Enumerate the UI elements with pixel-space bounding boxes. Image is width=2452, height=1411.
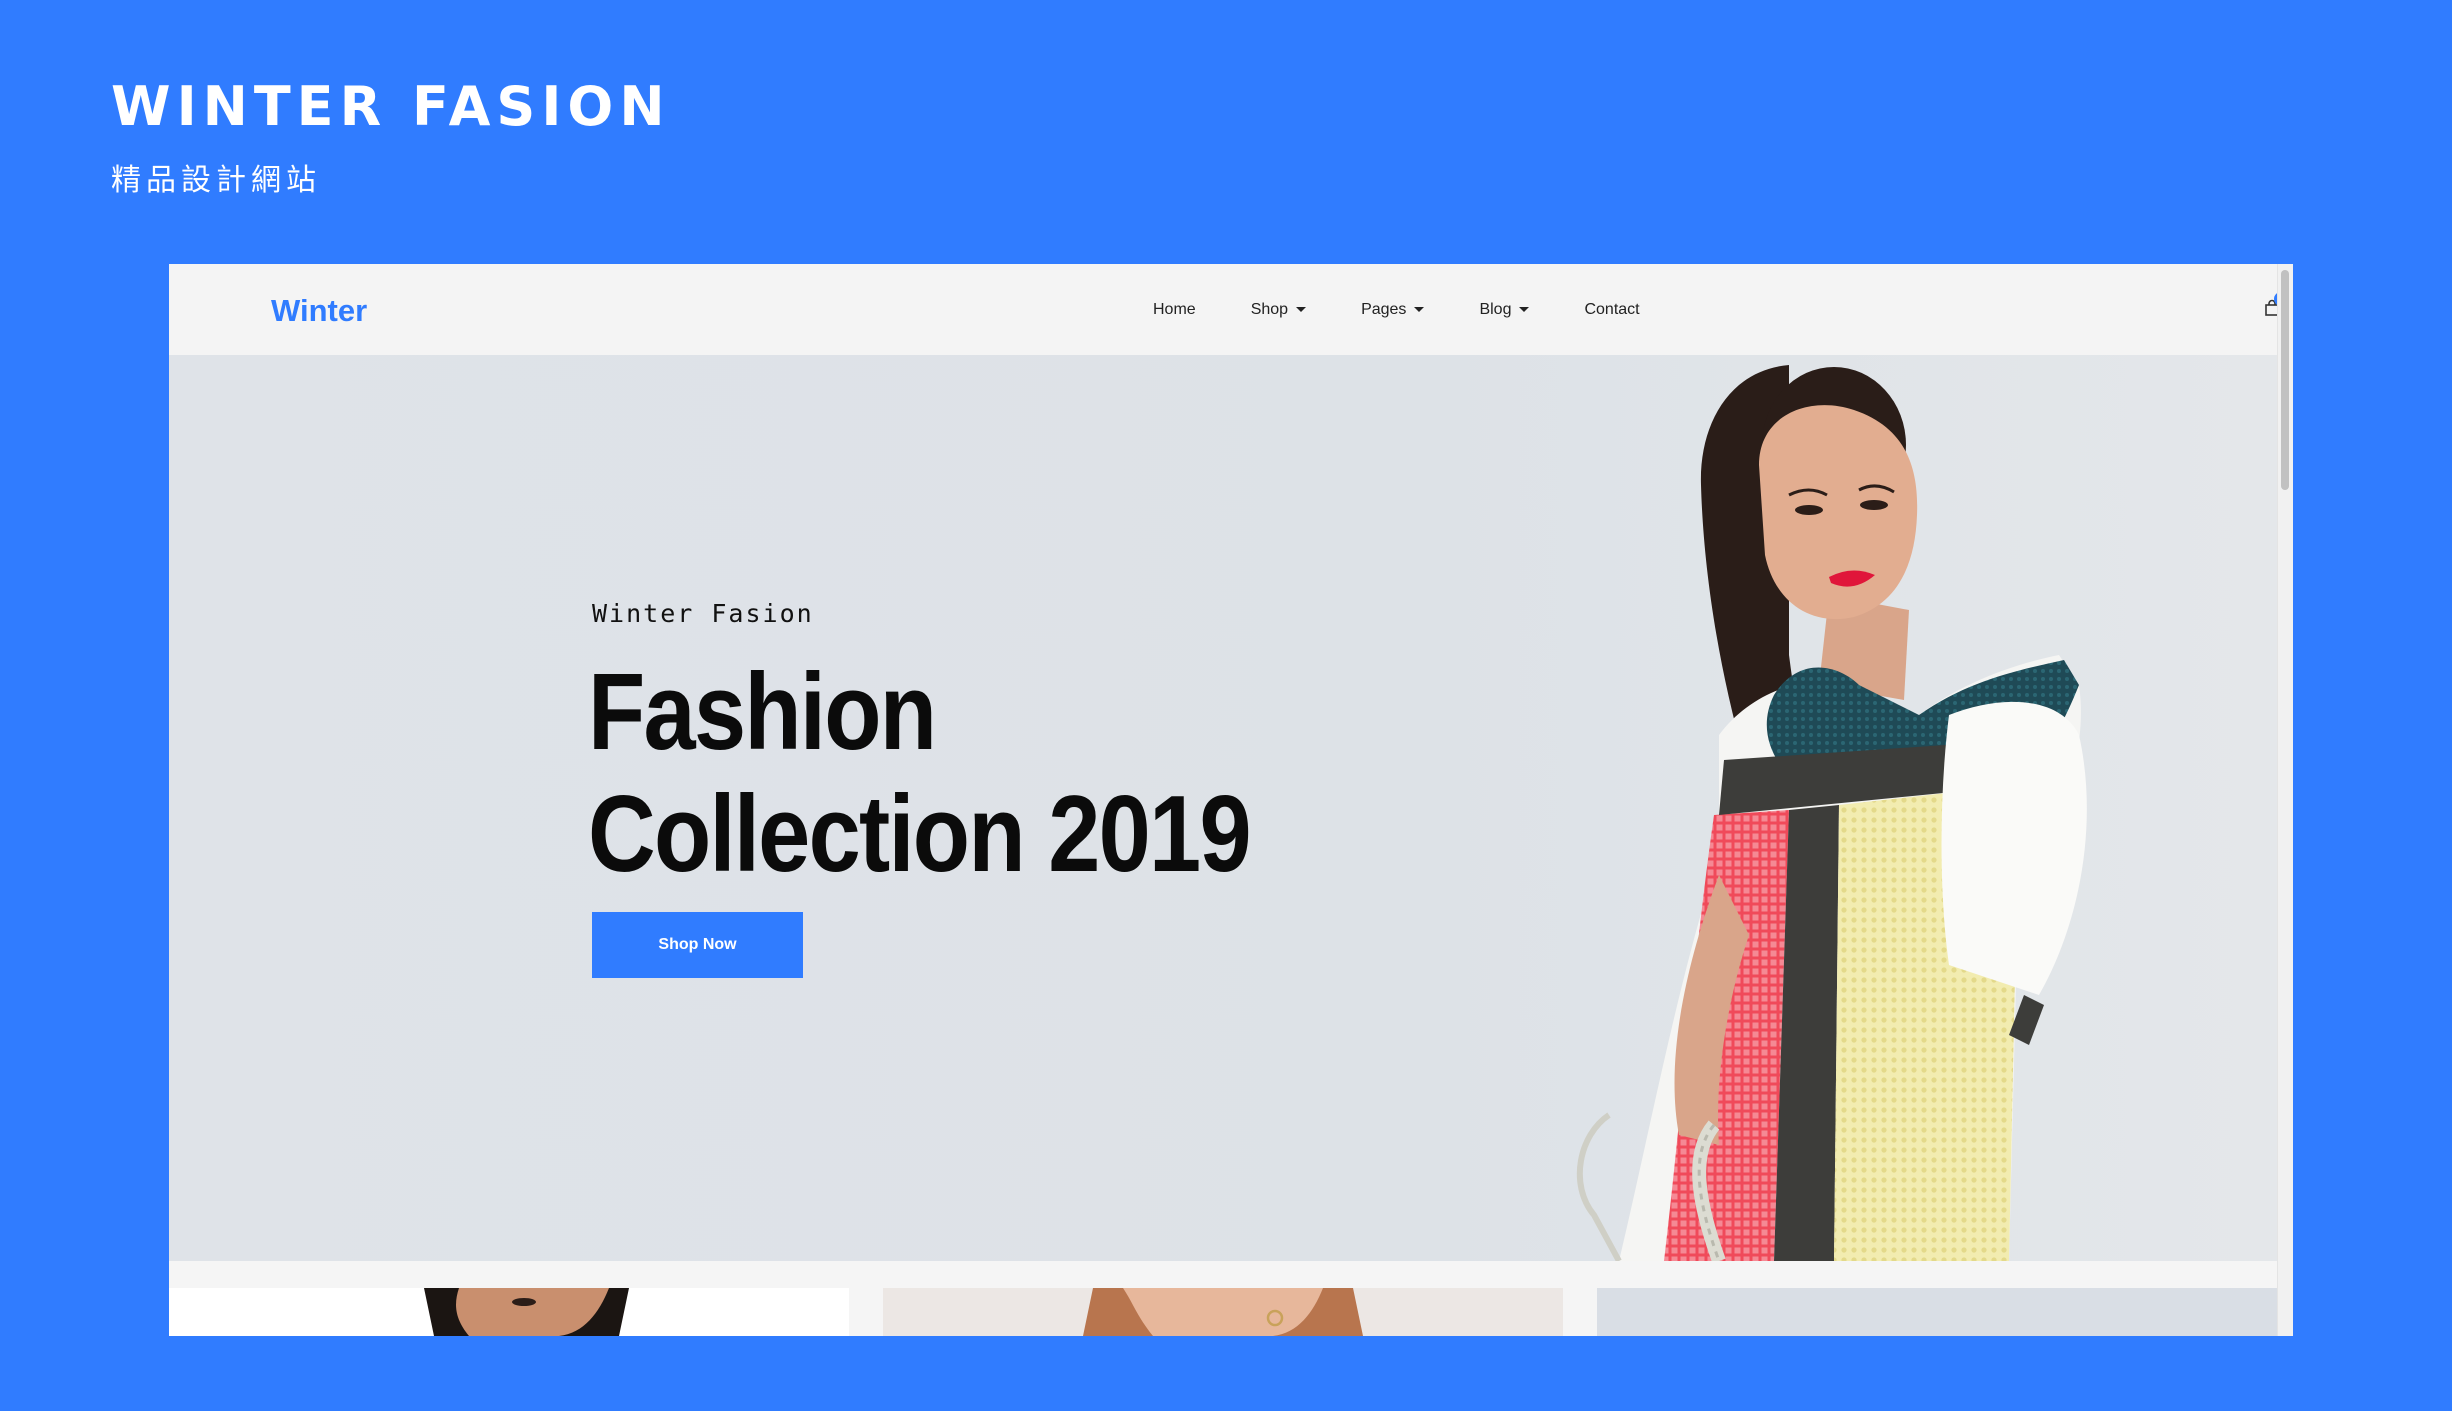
- presentation-subtitle: 精品設計網站: [111, 163, 321, 198]
- category-card-women[interactable]: [883, 1288, 1563, 1336]
- hero-title-line2: Collection 2019: [588, 773, 1252, 895]
- shop-now-button[interactable]: Shop Now: [592, 912, 803, 978]
- caret-down-icon: [1296, 307, 1307, 312]
- nav-item-label: Shop: [1250, 300, 1289, 318]
- nav-item-contact[interactable]: Contact: [1584, 301, 1639, 319]
- main-menu: Home Shop Pages Blog Contact: [1153, 264, 1640, 355]
- nav-item-blog[interactable]: Blog: [1479, 300, 1530, 319]
- men-photo: [169, 1288, 849, 1336]
- nav-item-label: Blog: [1479, 300, 1512, 318]
- website-frame: Winter Home Shop Pages Blog Contact Wint…: [169, 264, 2293, 1336]
- category-card-men[interactable]: [169, 1288, 849, 1336]
- nav-item-label: Home: [1153, 300, 1196, 318]
- model-photo: [1576, 365, 2087, 1261]
- logo[interactable]: Winter: [271, 292, 367, 330]
- women-photo: [883, 1288, 1563, 1336]
- hero-title-line1: Fashion: [588, 651, 937, 773]
- vertical-scrollbar[interactable]: [2277, 264, 2293, 1336]
- hero-subtitle: Winter Fasion: [592, 599, 814, 628]
- category-card-accessories[interactable]: [1597, 1288, 2277, 1336]
- caret-down-icon: [1519, 307, 1530, 312]
- category-row: [169, 1288, 2277, 1336]
- presentation-title: WINTER FASION: [111, 75, 671, 138]
- accessories-photo: [1597, 1288, 2277, 1336]
- hero-title: Fashion Collection 2019: [588, 651, 1252, 895]
- nav-item-pages[interactable]: Pages: [1361, 300, 1425, 319]
- navbar: Winter Home Shop Pages Blog Contact: [169, 264, 2288, 355]
- caret-down-icon: [1414, 307, 1425, 312]
- hero-section: Winter Fasion Fashion Collection 2019 Sh…: [169, 355, 2277, 1261]
- nav-item-shop[interactable]: Shop: [1250, 300, 1307, 319]
- nav-item-home[interactable]: Home: [1153, 301, 1196, 319]
- nav-item-label: Pages: [1361, 300, 1407, 318]
- nav-item-label: Contact: [1584, 300, 1640, 318]
- scrollbar-thumb[interactable]: [2281, 270, 2289, 490]
